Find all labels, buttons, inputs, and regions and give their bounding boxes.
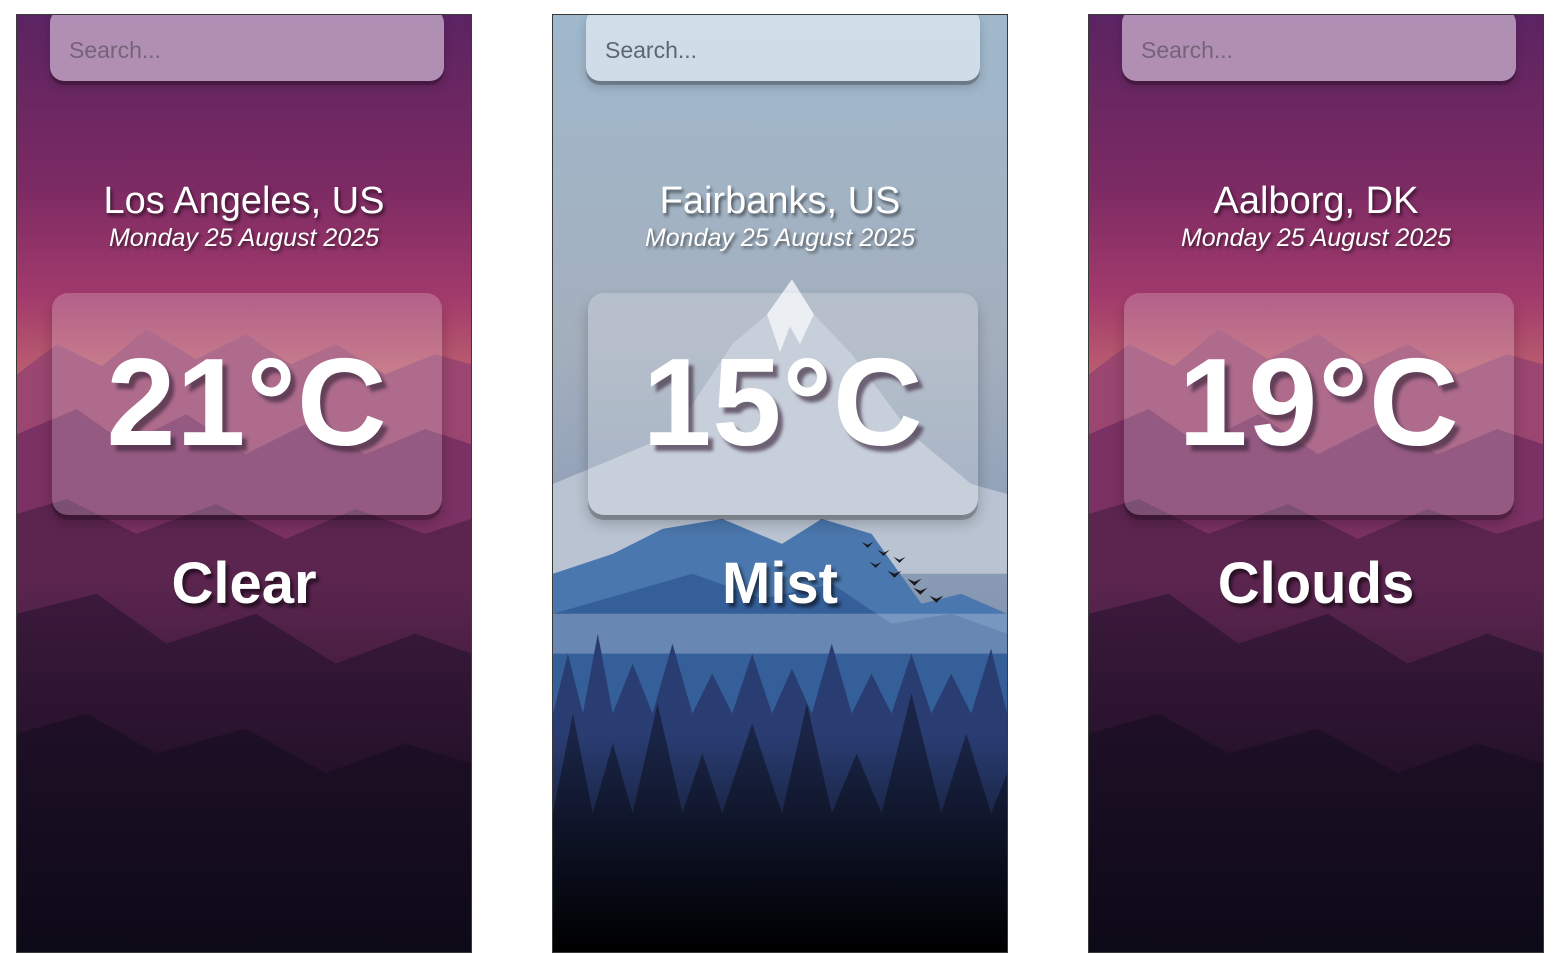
location-name: Aalborg, DK	[1213, 180, 1419, 222]
weather-app-comparison: Los Angeles, US Monday 25 August 2025 21…	[0, 0, 1560, 965]
weather-card-fairbanks: Fairbanks, US Monday 25 August 2025 15°C…	[552, 14, 1008, 953]
temperature-value: 15°C	[642, 334, 924, 472]
temperature-box: 19°C	[1124, 293, 1514, 515]
search-input[interactable]	[1122, 15, 1516, 81]
temperature-box: 21°C	[52, 293, 442, 515]
current-date: Monday 25 August 2025	[108, 224, 380, 252]
current-date: Monday 25 August 2025	[644, 224, 916, 252]
location-name: Fairbanks, US	[659, 180, 901, 222]
location-name: Los Angeles, US	[103, 180, 385, 222]
search-input[interactable]	[586, 15, 980, 81]
weather-condition: Clear	[171, 551, 317, 616]
search-input[interactable]	[50, 15, 444, 81]
weather-condition: Mist	[722, 551, 838, 616]
temperature-value: 19°C	[1178, 334, 1460, 472]
current-date: Monday 25 August 2025	[1180, 224, 1452, 252]
weather-condition: Clouds	[1217, 551, 1415, 616]
temperature-value: 21°C	[106, 334, 388, 472]
weather-card-aalborg: Aalborg, DK Monday 25 August 2025 19°C C…	[1088, 14, 1544, 953]
weather-card-los-angeles: Los Angeles, US Monday 25 August 2025 21…	[16, 14, 472, 953]
temperature-box: 15°C	[588, 293, 978, 515]
